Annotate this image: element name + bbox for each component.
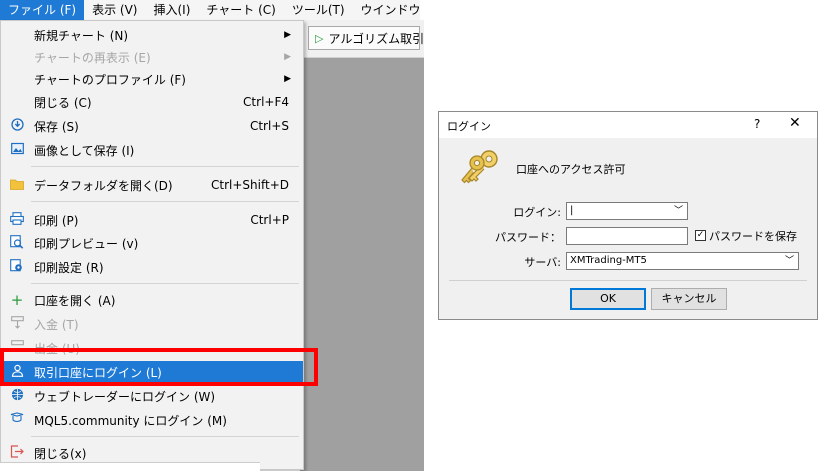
menu-view[interactable]: 表示 (V) [84,0,145,20]
server-label: サーバ: [524,256,561,269]
exit-icon [10,445,24,461]
menu-item-new-chart[interactable]: 新規チャート (N) ▶ [1,24,303,46]
menu-separator [31,201,299,202]
menu-item-print[interactable]: 印刷 (P) Ctrl+P [1,209,303,231]
menu-item-label: 新規チャート (N) [34,28,129,43]
cancel-button[interactable]: キャンセル [651,288,727,310]
dialog-titlebar: ログイン ? ✕ [439,112,817,138]
menu-item-label: 閉じる (C) [34,95,92,110]
menu-item-label: MQL5.community にログイン (M) [34,413,227,428]
ok-button[interactable]: OK [570,288,646,310]
plus-icon: + [10,291,24,309]
shortcut-label: Ctrl+F4 [243,95,289,109]
highlight-annotation-box [0,348,318,386]
server-value: XMTrading-MT5 [570,255,647,266]
access-heading: 口座へのアクセス許可 [516,163,626,176]
menu-item-label: データフォルダを開く(D) [34,178,173,193]
menu-item-chart-profile[interactable]: チャートのプロファイル (F) ▶ [1,68,303,90]
menu-item-refresh-chart[interactable]: チャートの再表示 (E) ▶ [1,46,303,68]
menu-separator [31,166,299,167]
shortcut-label: Ctrl+P [250,213,289,227]
menu-separator [31,283,299,284]
globe-icon [10,388,24,404]
password-label: パスワード： [495,231,561,244]
menu-item-label: チャートの再表示 (E) [34,50,151,65]
menu-bar: ファイル (F) 表示 (V) 挿入(I) チャート (C) ツール(T) ウイ… [0,0,421,20]
menu-item-print-preview[interactable]: 印刷プレビュー (v) [1,232,303,254]
menu-item-close[interactable]: 閉じる (C) Ctrl+F4 [1,91,303,113]
menu-item-label: 印刷 (P) [34,213,79,228]
screen: ファイル (F) 表示 (V) 挿入(I) チャート (C) ツール(T) ウイ… [0,0,824,471]
menu-item-label: 保存 (S) [34,119,79,134]
dialog-separator [449,280,807,281]
deposit-icon [10,316,24,332]
keys-icon [459,148,503,188]
image-icon [10,142,24,158]
menu-item-label: チャートのプロファイル (F) [34,72,186,87]
save-password-label: パスワードを保存 [709,230,797,243]
menu-item-save-as-image[interactable]: 画像として保存 (I) [1,139,303,161]
print-settings-icon [10,258,24,276]
menu-separator [31,436,299,437]
password-input[interactable] [566,227,688,245]
menu-item-deposit[interactable]: 入金 (T) [1,313,303,335]
menu-chart[interactable]: チャート (C) [198,0,283,20]
menu-item-label: 口座を開く (A) [34,293,116,308]
folder-icon [10,178,24,193]
print-preview-icon [10,234,24,252]
submenu-arrow-icon: ▶ [284,74,291,84]
play-icon: ▷ [315,31,324,45]
menu-item-open-data-folder[interactable]: データフォルダを開く(D) Ctrl+Shift+D [1,174,303,196]
menu-item-label: 入金 (T) [34,317,79,332]
shortcut-label: Ctrl+S [249,119,289,133]
help-button[interactable]: ? [754,117,760,131]
login-label: ログイン: [513,206,561,219]
menu-item-label: 印刷プレビュー (v) [34,236,139,251]
menu-window[interactable]: ウインドウ [353,0,429,20]
algo-trading-button[interactable]: ▷ アルゴリズム取引 [308,26,424,50]
algo-trading-label: アルゴリズム取引 [328,31,425,46]
menu-item-open-account[interactable]: + 口座を開く (A) [1,289,303,311]
menu-item-label: 画像として保存 (I) [34,143,135,158]
login-dialog: ログイン ? ✕ 口座へのアクセス許可 ログイン: | ﹀ パスワード： ✓ パ… [438,111,818,320]
menu-item-label: ウェブトレーダーにログイン (W) [34,389,216,404]
menu-item-login-mql5[interactable]: MQL5.community にログイン (M) [1,409,303,431]
file-menu-dropdown: 新規チャート (N) ▶ チャートの再表示 (E) ▶ チャートのプロファイル … [0,20,304,470]
save-password-checkbox[interactable]: ✓ [695,230,706,241]
navigator-tree-fragment [0,462,260,471]
submenu-arrow-icon: ▶ [284,30,291,40]
menu-item-exit[interactable]: 閉じる(x) [1,442,303,464]
menu-item-label: 閉じる(x) [34,446,87,461]
shortcut-label: Ctrl+Shift+D [211,178,289,192]
dialog-title: ログイン [447,120,491,133]
menu-item-label: 印刷設定 (R) [34,260,104,275]
menu-file[interactable]: ファイル (F) [0,0,85,20]
dialog-body: 口座へのアクセス許可 ログイン: | ﹀ パスワード： ✓ パスワードを保存 サ… [439,138,817,319]
printer-icon [10,212,24,228]
menu-insert[interactable]: 挿入(I) [145,0,198,20]
menu-item-save[interactable]: 保存 (S) Ctrl+S [1,115,303,137]
submenu-arrow-icon: ▶ [284,52,291,62]
chart-workspace [300,20,424,471]
server-combobox[interactable]: XMTrading-MT5 ﹀ [566,252,799,270]
chevron-down-icon: ﹀ [673,206,683,216]
menu-item-login-webtrader[interactable]: ウェブトレーダーにログイン (W) [1,385,303,407]
mql5-icon [10,412,24,428]
chevron-down-icon: ﹀ [784,256,794,266]
menu-item-print-settings[interactable]: 印刷設定 (R) [1,256,303,278]
login-value: | [570,205,574,216]
save-icon [10,118,24,134]
menu-tools[interactable]: ツール(T) [284,0,353,20]
login-combobox[interactable]: | ﹀ [566,202,688,220]
close-button[interactable]: ✕ [789,115,801,131]
